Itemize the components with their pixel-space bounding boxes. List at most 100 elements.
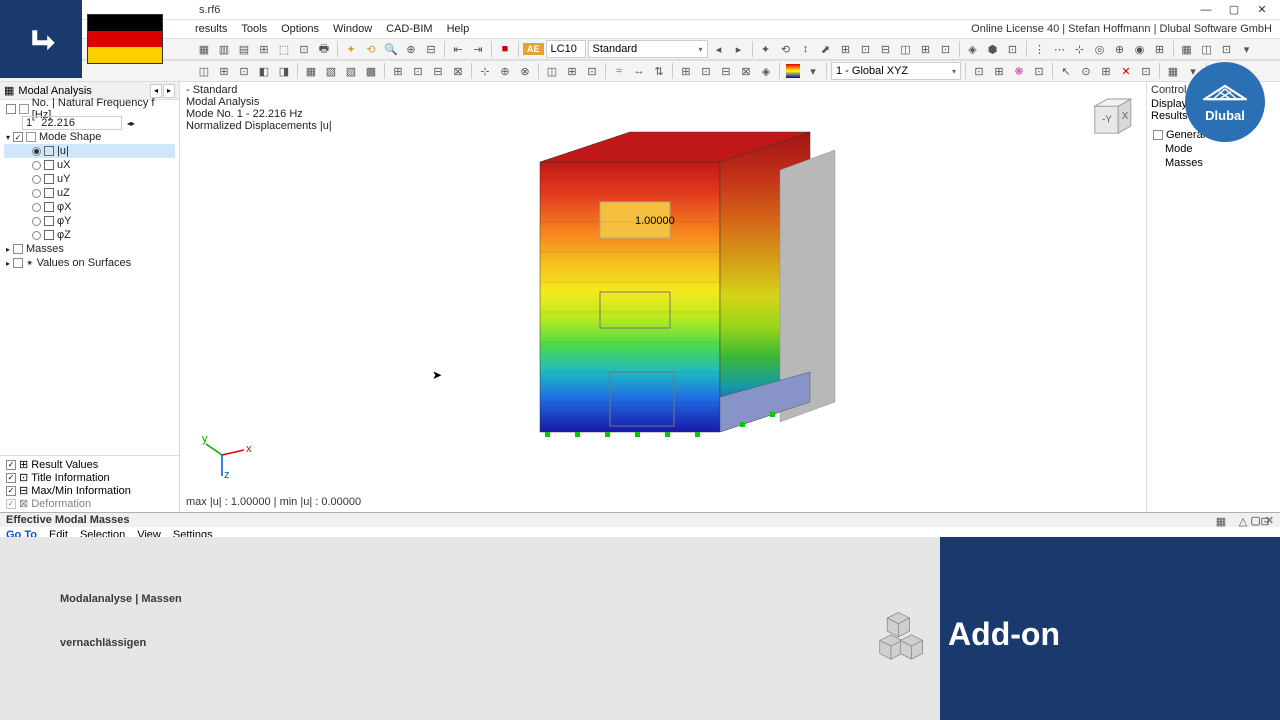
- tb-icon[interactable]: ▩: [362, 62, 380, 80]
- tb-icon[interactable]: ⇤: [449, 40, 467, 58]
- tb-icon[interactable]: ⊞: [563, 62, 581, 80]
- freq-spinner[interactable]: 1 22.216: [22, 116, 122, 130]
- tree-values-surfaces[interactable]: Values on Surfaces: [37, 257, 132, 269]
- tb-icon[interactable]: ▥: [215, 40, 233, 58]
- tb-icon[interactable]: ◫: [1198, 40, 1216, 58]
- tb-icon[interactable]: ⊞: [837, 40, 855, 58]
- tb-icon[interactable]: ⊹: [1071, 40, 1089, 58]
- tb-icon[interactable]: ⊡: [235, 62, 253, 80]
- tb-icon[interactable]: ▦: [195, 40, 213, 58]
- checkbox[interactable]: [13, 244, 23, 254]
- panel-prev[interactable]: ◂: [150, 84, 162, 98]
- menu-window[interactable]: Window: [333, 23, 372, 35]
- tb-icon[interactable]: ↖: [1057, 62, 1075, 80]
- model-viewport[interactable]: - Standard Modal Analysis Mode No. 1 - 2…: [180, 82, 1146, 512]
- stop-icon[interactable]: ■: [496, 40, 514, 58]
- radio[interactable]: [32, 161, 41, 170]
- tb-icon[interactable]: ⊠: [737, 62, 755, 80]
- checkbox[interactable]: ✓: [13, 132, 23, 142]
- tb-icon[interactable]: ⊟: [717, 62, 735, 80]
- tb-icon[interactable]: ⊹: [476, 62, 494, 80]
- tree-u[interactable]: |u|: [4, 144, 175, 158]
- menu-results[interactable]: results: [195, 23, 227, 35]
- tb-icon[interactable]: ⊡: [1137, 62, 1155, 80]
- tb-icon[interactable]: ⟲: [362, 40, 380, 58]
- checkbox[interactable]: ✓: [6, 499, 16, 509]
- tb-icon[interactable]: ◎: [1091, 40, 1109, 58]
- tb-icon[interactable]: ◈: [964, 40, 982, 58]
- nav-prev-icon[interactable]: ◂: [710, 40, 728, 58]
- tb-icon[interactable]: ✦: [757, 40, 775, 58]
- tb-icon[interactable]: ✦: [342, 40, 360, 58]
- menu-help[interactable]: Help: [447, 23, 470, 35]
- tb-icon[interactable]: ⊟: [877, 40, 895, 58]
- tb-icon[interactable]: ≈: [610, 62, 628, 80]
- maximize-button[interactable]: ▢: [1220, 1, 1248, 19]
- opt-deformation[interactable]: Deformation: [31, 498, 91, 510]
- checkbox[interactable]: ✓: [6, 473, 16, 483]
- tb-icon[interactable]: ◧: [255, 62, 273, 80]
- tb-icon[interactable]: ⊠: [449, 62, 467, 80]
- gradient-icon[interactable]: [784, 62, 802, 80]
- checkbox[interactable]: [13, 258, 23, 268]
- tb-icon[interactable]: ▧: [322, 62, 340, 80]
- opt-result-values[interactable]: Result Values: [31, 459, 98, 471]
- tb-icon[interactable]: ⊙: [1077, 62, 1095, 80]
- tb-icon[interactable]: ⊡: [409, 62, 427, 80]
- tb-icon[interactable]: ⊟: [422, 40, 440, 58]
- checkbox[interactable]: ✓: [6, 460, 16, 470]
- cs-combo[interactable]: 1 - Global XYZ▾: [831, 62, 961, 80]
- tb-icon[interactable]: ⋯: [1051, 40, 1069, 58]
- tb-icon[interactable]: ❋: [1010, 62, 1028, 80]
- tb-icon[interactable]: ⊞: [990, 62, 1008, 80]
- tb-icon[interactable]: ⬈: [817, 40, 835, 58]
- tree-uz[interactable]: uZ: [4, 186, 175, 200]
- loadcase-name-combo[interactable]: Standard▾: [588, 40, 708, 58]
- tb-icon[interactable]: ⊟: [429, 62, 447, 80]
- tb-icon[interactable]: ⊡: [1218, 40, 1236, 58]
- tb-icon[interactable]: ⊞: [255, 40, 273, 58]
- tb-icon[interactable]: ⊗: [516, 62, 534, 80]
- panel-tab-icon[interactable]: ⊡: [1256, 512, 1274, 530]
- tb-icon[interactable]: ▾: [804, 62, 822, 80]
- tb-icon[interactable]: ✕: [1117, 62, 1135, 80]
- opt-maxmin-info[interactable]: Max/Min Information: [31, 485, 131, 497]
- view-cube[interactable]: -Y X: [1084, 90, 1138, 144]
- menu-tools[interactable]: Tools: [241, 23, 267, 35]
- tb-icon[interactable]: ⊞: [389, 62, 407, 80]
- tb-icon[interactable]: ⊡: [295, 40, 313, 58]
- checkbox[interactable]: ✓: [6, 486, 16, 496]
- tb-icon[interactable]: ⊕: [1111, 40, 1129, 58]
- tree-phiy[interactable]: φY: [4, 214, 175, 228]
- tb-icon[interactable]: ⬚: [275, 40, 293, 58]
- tb-icon[interactable]: 🔍: [382, 40, 400, 58]
- checkbox[interactable]: [1153, 130, 1163, 140]
- tb-icon[interactable]: ◫: [543, 62, 561, 80]
- tb-icon[interactable]: ◉: [1131, 40, 1149, 58]
- tb-icon[interactable]: ⋮: [1031, 40, 1049, 58]
- tb-icon[interactable]: ⊞: [215, 62, 233, 80]
- tb-icon[interactable]: ⊕: [402, 40, 420, 58]
- menu-options[interactable]: Options: [281, 23, 319, 35]
- tb-icon[interactable]: ⊞: [917, 40, 935, 58]
- tb-icon[interactable]: ▦: [1164, 62, 1182, 80]
- radio[interactable]: [32, 189, 41, 198]
- tree-uy[interactable]: uY: [4, 172, 175, 186]
- tb-icon[interactable]: ⊡: [1004, 40, 1022, 58]
- tb-icon[interactable]: ▦: [1178, 40, 1196, 58]
- checkbox[interactable]: [6, 104, 16, 114]
- tb-icon[interactable]: ◫: [897, 40, 915, 58]
- close-button[interactable]: ✕: [1248, 1, 1276, 19]
- tb-icon[interactable]: ⊡: [583, 62, 601, 80]
- tree-ux[interactable]: uX: [4, 158, 175, 172]
- tb-icon[interactable]: ⊞: [677, 62, 695, 80]
- nav-next-icon[interactable]: ▸: [730, 40, 748, 58]
- tb-icon[interactable]: ◈: [757, 62, 775, 80]
- tb-icon[interactable]: ⊡: [1030, 62, 1048, 80]
- tb-icon[interactable]: ⊡: [970, 62, 988, 80]
- panel-tab-icon[interactable]: ▦: [1212, 512, 1230, 530]
- tb-icon[interactable]: ⊡: [937, 40, 955, 58]
- loadcase-combo[interactable]: LC10: [546, 40, 586, 58]
- tb-icon[interactable]: ▦: [302, 62, 320, 80]
- tb-icon[interactable]: ⟲: [777, 40, 795, 58]
